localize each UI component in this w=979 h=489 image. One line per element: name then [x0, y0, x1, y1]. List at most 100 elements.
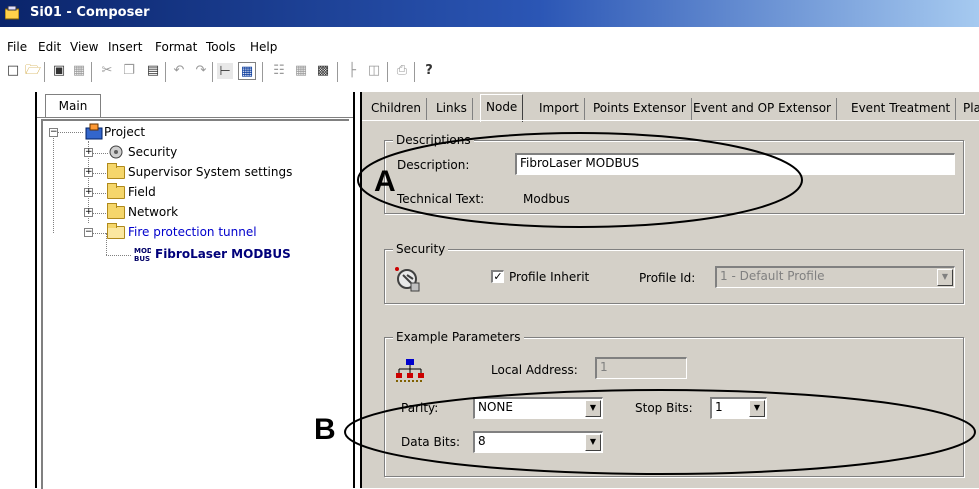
stop-bits-label: Stop Bits:	[635, 401, 693, 415]
tab-divider	[37, 117, 353, 118]
redo-icon[interactable]: ↷	[192, 62, 210, 80]
callout-label-a: A	[374, 165, 396, 198]
modbus-icon: MOD BUS	[134, 247, 151, 263]
help-icon[interactable]: ?	[420, 62, 438, 80]
menu-format[interactable]: Format	[155, 40, 197, 54]
print-icon[interactable]: ⎙	[393, 62, 411, 80]
copy-icon[interactable]: ❐	[120, 62, 138, 80]
descriptions-title: Descriptions	[393, 133, 474, 147]
expand-icon[interactable]: +	[84, 148, 93, 157]
folder-icon	[107, 203, 125, 219]
grid-view-icon[interactable]: ▦	[238, 62, 256, 80]
toolbar-separator	[165, 62, 167, 82]
stop-bits-value: 1	[715, 400, 723, 414]
tree-view-icon[interactable]: ⊢	[216, 62, 234, 80]
example-parameters-group: Example Parameters Local Address: 1 Pari…	[384, 330, 964, 477]
menu-bar: File Edit View Insert Format Tools Help	[0, 32, 979, 54]
security-title: Security	[393, 242, 449, 256]
open-folder-icon[interactable]: 🗁	[24, 62, 42, 80]
network-icon[interactable]: ☷	[270, 62, 288, 80]
chevron-down-icon[interactable]: ▼	[749, 400, 765, 417]
menu-file[interactable]: File	[7, 40, 27, 54]
menu-view[interactable]: View	[70, 40, 98, 54]
expand-icon[interactable]: +	[84, 188, 93, 197]
tree-item-fibrolaser-modbus[interactable]: FibroLaser MODBUS	[155, 245, 291, 263]
key-lock-icon	[395, 267, 420, 292]
tree-item-supervisor-settings[interactable]: Supervisor System settings	[128, 163, 292, 181]
properties-icon[interactable]: ▣	[50, 62, 68, 80]
cut-icon[interactable]: ✂	[98, 62, 116, 80]
folder-icon	[107, 163, 125, 179]
local-address-label: Local Address:	[491, 363, 578, 377]
data-bits-label: Data Bits:	[401, 435, 461, 449]
parity-label: Parity:	[401, 401, 439, 415]
toolbar: □ 🗁 ▣ ▦ ✂ ❐ ▤ ↶ ↷ ⊢ ▦ ☷ ▦ ▩ ├ ◫ ⎙ ?	[0, 56, 979, 86]
tab-pla[interactable]: Pla	[958, 98, 979, 120]
tree-item-security[interactable]: Security	[128, 143, 177, 161]
local-address-field[interactable]: 1	[595, 357, 687, 379]
data-bits-value: 8	[478, 434, 486, 448]
profile-id-value: 1 - Default Profile	[720, 269, 825, 283]
expand-icon[interactable]: +	[84, 168, 93, 177]
new-file-icon[interactable]: □	[4, 62, 22, 80]
toolbar-separator	[262, 62, 264, 82]
tab-links[interactable]: Links	[431, 98, 473, 120]
security-group: Security ✓ Profile Inherit Profile Id: 1…	[384, 242, 964, 304]
technical-text-label: Technical Text:	[397, 192, 485, 206]
callout-label-b: B	[314, 413, 336, 446]
window-title: Si01 - Composer	[30, 5, 150, 20]
paste-icon[interactable]: ▤	[144, 62, 162, 80]
tree-connector	[106, 255, 131, 256]
diagram-icon[interactable]: ├	[343, 62, 361, 80]
toolbar-separator	[337, 62, 339, 82]
collapse-icon[interactable]: −	[49, 128, 58, 137]
properties-panel: Children Links Node Import Points Extens…	[360, 92, 979, 488]
menu-tools[interactable]: Tools	[206, 40, 236, 54]
toolbar-separator	[212, 62, 214, 82]
chevron-down-icon[interactable]: ▼	[937, 269, 953, 286]
tree-item-fire-protection-tunnel[interactable]: Fire protection tunnel	[128, 223, 257, 241]
open-folder-icon	[107, 223, 125, 239]
chevron-down-icon[interactable]: ▼	[585, 434, 601, 451]
tab-node[interactable]: Node	[480, 94, 524, 122]
tree-item-field[interactable]: Field	[128, 183, 156, 201]
security-icon	[109, 145, 123, 159]
toolbar-separator	[414, 62, 416, 82]
folder-icon	[107, 183, 125, 199]
tab-points-extensor[interactable]: Points Extensor	[588, 98, 692, 120]
tree-item-network[interactable]: Network	[128, 203, 178, 221]
toolbar-separator	[387, 62, 389, 82]
profile-inherit-checkbox[interactable]: ✓	[491, 270, 504, 283]
parity-select[interactable]: NONE ▼	[473, 397, 603, 419]
description-field[interactable]: FibroLaser MODBUS	[515, 153, 955, 175]
parity-value: NONE	[478, 400, 513, 414]
menu-help[interactable]: Help	[250, 40, 277, 54]
tab-event-op-extensor[interactable]: Event and OP Extensor	[688, 98, 837, 120]
tab-event-treatment[interactable]: Event Treatment	[846, 98, 957, 120]
profile-id-select[interactable]: 1 - Default Profile ▼	[715, 266, 955, 288]
chevron-down-icon[interactable]: ▼	[585, 400, 601, 417]
toolbar-separator	[44, 62, 46, 82]
tree-item-project[interactable]: Project	[104, 123, 145, 141]
data-bits-select[interactable]: 8 ▼	[473, 431, 603, 453]
undo-icon[interactable]: ↶	[170, 62, 188, 80]
expand-icon[interactable]: +	[84, 208, 93, 217]
collapse-icon[interactable]: −	[84, 228, 93, 237]
split-icon[interactable]: ◫	[365, 62, 383, 80]
tab-main[interactable]: Main	[45, 94, 101, 118]
layout-icon[interactable]: ▩	[314, 62, 332, 80]
toolbar-separator	[91, 62, 93, 82]
network-hierarchy-icon	[396, 359, 424, 382]
menu-edit[interactable]: Edit	[38, 40, 61, 54]
disabled-icon[interactable]: ▦	[70, 62, 88, 80]
descriptions-group: Descriptions Description: FibroLaser MOD…	[384, 133, 964, 214]
tree-panel: Main − Project + Security + Supervisor S…	[35, 92, 355, 489]
profile-id-label: Profile Id:	[639, 271, 696, 285]
menu-insert[interactable]: Insert	[108, 40, 142, 54]
svg-text:MOD: MOD	[134, 247, 151, 255]
tab-children[interactable]: Children	[366, 98, 427, 120]
tab-baseline	[362, 120, 979, 121]
stop-bits-select[interactable]: 1 ▼	[710, 397, 767, 419]
table-icon[interactable]: ▦	[292, 62, 310, 80]
tab-import[interactable]: Import	[534, 98, 585, 120]
